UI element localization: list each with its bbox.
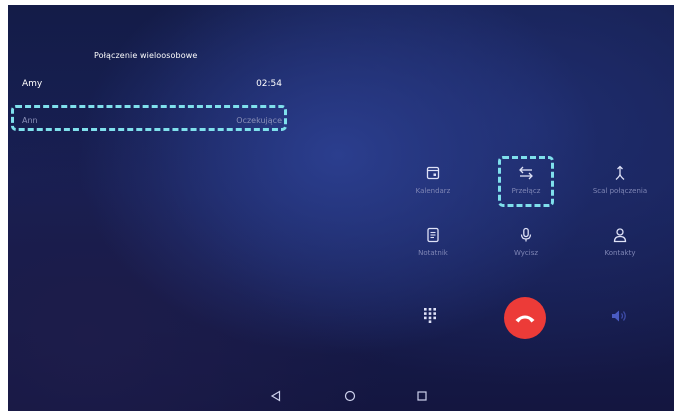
contacts-icon (613, 228, 627, 243)
call-screen: Połączenie wieloosobowe Amy 02:54 Ann Oc… (8, 5, 674, 411)
call-duration: 02:54 (256, 79, 282, 89)
call-row-active[interactable]: Amy 02:54 (20, 79, 282, 93)
notepad-icon (427, 227, 439, 243)
speaker-icon[interactable] (610, 309, 630, 323)
notepad-button[interactable]: Notatnik (393, 227, 473, 267)
dialpad-icon[interactable] (422, 307, 438, 323)
microphone-icon (520, 227, 532, 242)
home-icon[interactable] (343, 389, 357, 403)
recents-icon[interactable] (415, 389, 429, 403)
merge-calls-label: Scal połączenia (592, 187, 648, 195)
mute-button[interactable]: Wycisz (486, 227, 566, 267)
end-call-icon (515, 315, 535, 323)
notepad-label: Notatnik (418, 249, 448, 257)
calendar-label: Kalendarz (415, 187, 451, 195)
contacts-label: Kontakty (604, 249, 636, 257)
conference-title: Połączenie wieloosobowe (94, 51, 198, 60)
contacts-button[interactable]: Kontakty (580, 227, 660, 267)
held-call-highlight (11, 105, 287, 131)
switch-button-highlight (498, 156, 554, 207)
caller-name: Amy (22, 79, 43, 89)
navigation-bar (8, 381, 674, 411)
back-icon[interactable] (269, 389, 283, 403)
merge-calls-button[interactable]: Scal połączenia (580, 165, 660, 205)
end-call-button[interactable] (504, 297, 546, 339)
calendar-button[interactable]: Kalendarz (393, 165, 473, 205)
calendar-icon (426, 166, 440, 180)
mute-label: Wycisz (513, 249, 539, 257)
merge-icon (615, 165, 625, 180)
